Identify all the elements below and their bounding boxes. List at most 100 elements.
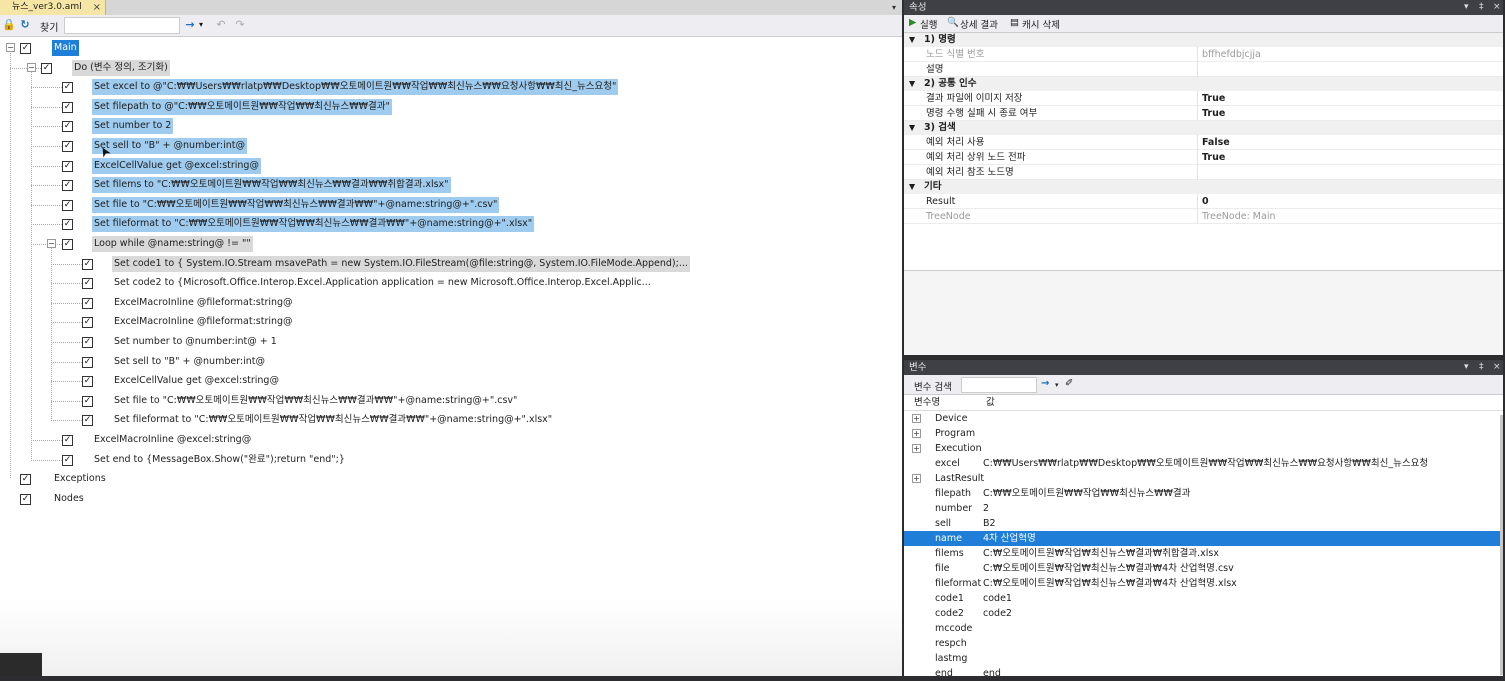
- checkbox-checked-icon[interactable]: ✓: [82, 317, 93, 329]
- property-row[interactable]: TreeNode TreeNode: Main: [904, 209, 1503, 224]
- tree-node[interactable]: ✓ Set sell to "B" + @number:int@: [0, 353, 900, 371]
- property-row[interactable]: 설명: [904, 62, 1503, 77]
- tree-node-label[interactable]: Set file to "C:₩₩오토메이트원₩₩작업₩₩최신뉴스₩₩결과₩₩"…: [112, 393, 519, 409]
- checkbox-checked-icon[interactable]: ✓: [62, 435, 73, 446]
- close-icon[interactable]: ×: [1493, 360, 1501, 375]
- property-row[interactable]: 예외 처리 참조 노드명: [904, 165, 1503, 180]
- property-row[interactable]: 결과 파일에 이미지 저장 True: [904, 91, 1503, 106]
- pin-icon[interactable]: ‡: [1479, 360, 1484, 375]
- undo-icon[interactable]: ↶: [214, 18, 228, 32]
- tree-node-label[interactable]: Set excel to @"C:₩₩Users₩₩rlatp₩₩Desktop…: [92, 79, 619, 96]
- run-button[interactable]: 실행: [920, 17, 937, 31]
- checkbox-checked-icon[interactable]: ✓: [82, 395, 93, 407]
- tree-node-label[interactable]: Set file to "C:₩₩오토메이트원₩₩작업₩₩최신뉴스₩₩결과₩₩"…: [92, 196, 500, 213]
- tree-node-label[interactable]: Set fileformat to "C:₩₩오토메이트원₩₩작업₩₩최신뉴스₩…: [112, 412, 554, 428]
- column-header-name[interactable]: 변수명: [914, 395, 940, 411]
- variable-row[interactable]: name 4차 산업혁명: [904, 531, 1503, 546]
- tree-node-label[interactable]: Set code1 to { System.IO.Stream msavePat…: [112, 255, 690, 272]
- property-category[interactable]: ▲ 기타: [904, 180, 1503, 194]
- tree-node-label[interactable]: ExcelMacroInline @fileformat:string@: [112, 314, 295, 330]
- tree-node[interactable]: − ✓ Main: [0, 39, 900, 57]
- panel-menu-icon[interactable]: ▾: [1464, 0, 1469, 15]
- variable-row[interactable]: number 2: [904, 501, 1503, 516]
- property-value[interactable]: False: [1200, 135, 1230, 150]
- property-category[interactable]: ▲ 2) 공통 인수: [904, 77, 1503, 91]
- clear-search-icon[interactable]: ✐: [1065, 378, 1073, 389]
- tree-node[interactable]: ✓ Nodes: [0, 490, 900, 508]
- tree-node[interactable]: ✓ Exceptions: [0, 470, 900, 488]
- property-value[interactable]: TreeNode: Main: [1200, 209, 1276, 224]
- tree-node-label[interactable]: ExcelCellValue get @excel:string@: [112, 373, 281, 389]
- chevron-down-icon[interactable]: ▾: [197, 18, 205, 32]
- checkbox-checked-icon[interactable]: ✓: [62, 239, 73, 250]
- collapse-icon[interactable]: ▲: [909, 180, 915, 194]
- detail-result-button[interactable]: 상세 결과: [960, 17, 998, 31]
- tree-node-label[interactable]: Set fileformat to "C:₩₩오토메이트원₩₩작업₩₩최신뉴스₩…: [92, 216, 535, 233]
- tree-node[interactable]: − ✓ Loop while @name:string@ != "": [0, 235, 900, 253]
- run-icon[interactable]: ▶: [909, 17, 916, 28]
- collapse-icon[interactable]: ▲: [909, 33, 915, 47]
- tree-node[interactable]: ✓ Set filepath to @"C:₩₩오토메이트원₩₩작업₩₩최신뉴스₩…: [0, 98, 900, 116]
- collapse-icon[interactable]: −: [27, 62, 36, 72]
- variable-row[interactable]: end end: [904, 666, 1503, 681]
- tree-node[interactable]: ✓ Set code1 to { System.IO.Stream msavePa…: [0, 255, 900, 273]
- variable-row[interactable]: + Device: [904, 411, 1503, 426]
- column-header-value[interactable]: 값: [986, 395, 995, 411]
- expand-icon[interactable]: +: [912, 444, 921, 453]
- variable-row[interactable]: code2 code2: [904, 606, 1503, 621]
- variable-row[interactable]: respch: [904, 636, 1503, 651]
- vertical-scrollbar[interactable]: [1500, 415, 1503, 675]
- tree-node[interactable]: ✓ Set fileformat to "C:₩₩오토메이트원₩₩작업₩₩최신뉴스…: [0, 411, 900, 429]
- collapse-icon[interactable]: ▲: [909, 121, 915, 135]
- checkbox-checked-icon[interactable]: ✓: [20, 474, 31, 486]
- variable-row[interactable]: sell B2: [904, 516, 1503, 531]
- variable-search-input[interactable]: [961, 377, 1037, 393]
- property-value[interactable]: True: [1200, 106, 1225, 121]
- tree-node-label[interactable]: Nodes: [52, 491, 86, 507]
- variable-row[interactable]: file C:₩오토메이트원₩작업₩최신뉴스₩결과₩4차 산업혁명.csv: [904, 561, 1503, 576]
- checkbox-checked-icon[interactable]: ✓: [82, 376, 93, 388]
- property-row[interactable]: 예외 처리 상위 노드 전파 True: [904, 150, 1503, 165]
- tree-node[interactable]: ✓ ExcelMacroInline @fileformat:string@: [0, 294, 900, 312]
- checkbox-checked-icon[interactable]: ✓: [62, 141, 73, 152]
- tree-node-label[interactable]: Set filems to "C:₩₩오토메이트원₩₩작업₩₩최신뉴스₩₩결과₩…: [92, 177, 451, 194]
- tree-node-label[interactable]: Set filepath to @"C:₩₩오토메이트원₩₩작업₩₩최신뉴스₩₩…: [92, 98, 392, 115]
- detail-icon[interactable]: 🔍: [947, 17, 959, 28]
- checkbox-checked-icon[interactable]: ✓: [62, 199, 73, 211]
- property-category[interactable]: ▲ 3) 검색: [904, 121, 1503, 135]
- checkbox-checked-icon[interactable]: ✓: [62, 121, 73, 133]
- variable-row[interactable]: + LastResult: [904, 471, 1503, 486]
- checkbox-checked-icon[interactable]: ✓: [62, 454, 73, 466]
- tree-node[interactable]: ✓ Set fileformat to "C:₩₩오토메이트원₩₩작업₩₩최신뉴스…: [0, 215, 900, 233]
- expand-icon[interactable]: +: [912, 474, 921, 483]
- variable-row[interactable]: code1 code1: [904, 591, 1503, 606]
- tree-node-label[interactable]: Main: [52, 40, 79, 56]
- checkbox-checked-icon[interactable]: ✓: [82, 297, 93, 309]
- tree-node-label[interactable]: Set sell to "B" + @number:int@: [112, 354, 267, 370]
- find-next-icon[interactable]: →: [183, 18, 197, 32]
- document-tab[interactable]: 뉴스_ver3.0.aml ×: [0, 0, 106, 15]
- tree-node-label[interactable]: Set sell to "B" + @number:int@: [92, 138, 248, 154]
- checkbox-checked-icon[interactable]: ✓: [41, 62, 52, 74]
- tree-node-label[interactable]: ExcelMacroInline @fileformat:string@: [112, 295, 295, 311]
- variable-row[interactable]: fileformat C:₩오토메이트원₩작업₩최신뉴스₩결과₩4차 산업혁명.x…: [904, 576, 1503, 591]
- checkbox-checked-icon[interactable]: ✓: [82, 278, 93, 290]
- tree-node-label[interactable]: Loop while @name:string@ != "": [92, 236, 253, 252]
- property-category[interactable]: ▲ 1) 명령: [904, 33, 1503, 47]
- property-row[interactable]: 예외 처리 사용 False: [904, 135, 1503, 150]
- tree-node-label[interactable]: Set number to 2: [92, 118, 174, 135]
- property-row[interactable]: Result 0: [904, 194, 1503, 209]
- collapse-icon[interactable]: −: [6, 43, 15, 52]
- expand-icon[interactable]: +: [912, 414, 921, 423]
- tree-node[interactable]: ✓ ExcelCellValue get @excel:string@: [0, 157, 900, 175]
- checkbox-checked-icon[interactable]: ✓: [20, 43, 31, 54]
- find-input[interactable]: [64, 17, 180, 34]
- property-value[interactable]: True: [1200, 150, 1225, 165]
- tree-node[interactable]: ✓ ExcelMacroInline @fileformat:string@: [0, 313, 900, 331]
- tree-node-label[interactable]: Exceptions: [52, 471, 108, 487]
- tree-node[interactable]: − ✓ Do (변수 정의, 조기화): [0, 59, 900, 77]
- checkbox-checked-icon[interactable]: ✓: [62, 82, 73, 94]
- variable-row[interactable]: filems C:₩오토메이트원₩작업₩최신뉴스₩결과₩취합결과.xlsx: [904, 546, 1503, 561]
- variable-row[interactable]: excel C:₩₩Users₩₩rlatp₩₩Desktop₩₩오토메이트원₩₩…: [904, 456, 1503, 471]
- checkbox-checked-icon[interactable]: ✓: [62, 219, 73, 231]
